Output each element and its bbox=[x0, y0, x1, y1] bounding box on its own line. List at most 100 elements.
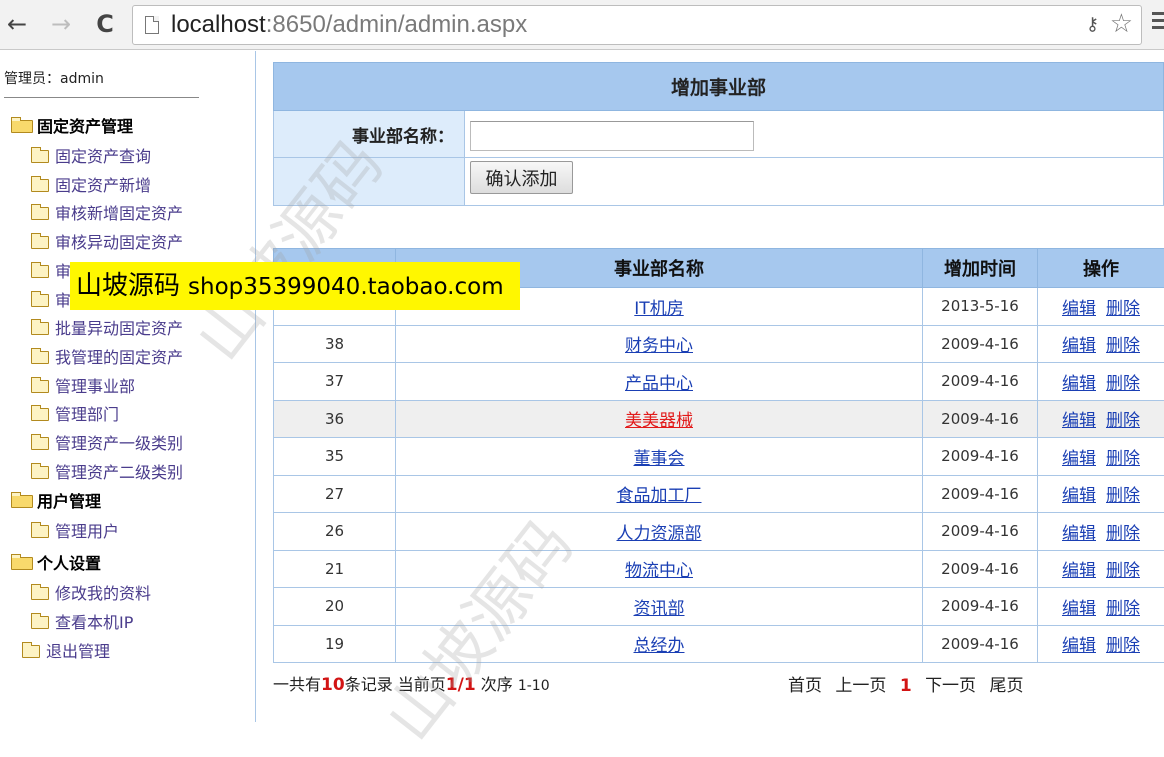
empty-label-cell bbox=[274, 158, 465, 206]
sidebar-item[interactable]: 查看本机IP bbox=[31, 613, 133, 633]
delete-link[interactable]: 删除 bbox=[1106, 449, 1140, 469]
page-icon bbox=[145, 16, 159, 34]
delete-link[interactable]: 删除 bbox=[1106, 561, 1140, 581]
edit-link[interactable]: 编辑 bbox=[1062, 636, 1096, 656]
divider bbox=[273, 205, 1164, 206]
logout-link[interactable]: 退出管理 bbox=[22, 642, 110, 662]
sidebar-item[interactable]: 管理资产一级类别 bbox=[31, 434, 183, 454]
cell-name: 总经办 bbox=[396, 625, 923, 663]
edit-link[interactable]: 编辑 bbox=[1062, 486, 1096, 506]
nav-category-label: 个人设置 bbox=[37, 554, 101, 573]
last-page-link[interactable]: 尾页 bbox=[989, 676, 1023, 696]
sidebar-item[interactable]: 审 bbox=[31, 262, 71, 282]
sidebar-item[interactable]: 管理部门 bbox=[31, 405, 119, 425]
sidebar-item[interactable]: 批量异动固定资产 bbox=[31, 319, 183, 339]
edit-link[interactable]: 编辑 bbox=[1062, 299, 1096, 319]
department-name-link[interactable]: 物流中心 bbox=[625, 561, 693, 581]
sidebar-item[interactable]: 审核新增固定资产 bbox=[31, 204, 183, 224]
delete-link[interactable]: 删除 bbox=[1106, 374, 1140, 394]
department-name-input[interactable] bbox=[470, 121, 754, 151]
delete-link[interactable]: 删除 bbox=[1106, 486, 1140, 506]
folder-icon bbox=[31, 322, 49, 335]
next-page-link[interactable]: 下一页 bbox=[925, 676, 976, 696]
open-folder-icon bbox=[11, 557, 33, 570]
edit-link[interactable]: 编辑 bbox=[1062, 411, 1096, 431]
cell-actions: 编辑删除 bbox=[1038, 288, 1164, 326]
folder-icon bbox=[31, 525, 49, 538]
sidebar-item[interactable]: 固定资产新增 bbox=[31, 176, 151, 196]
department-name-link[interactable]: 董事会 bbox=[634, 449, 685, 469]
department-name-link[interactable]: 美美器械 bbox=[625, 411, 693, 431]
folder-icon bbox=[31, 294, 49, 307]
sidebar-item[interactable]: 管理用户 bbox=[31, 522, 119, 542]
table-row: 20资讯部2009-4-16编辑删除 bbox=[274, 588, 1164, 626]
reload-icon[interactable]: C bbox=[90, 8, 120, 40]
url-path: :8650/admin/admin.aspx bbox=[266, 11, 528, 38]
cell-name: 资讯部 bbox=[396, 588, 923, 626]
nav-category[interactable]: 固定资产管理 bbox=[11, 117, 133, 137]
department-name-link[interactable]: 财务中心 bbox=[625, 336, 693, 356]
add-department-form: 增加事业部 事业部名称： 确认添加 bbox=[273, 62, 1164, 206]
delete-link[interactable]: 删除 bbox=[1106, 299, 1140, 319]
sidebar-item[interactable]: 固定资产查询 bbox=[31, 147, 151, 167]
edit-link[interactable]: 编辑 bbox=[1062, 449, 1096, 469]
department-name-link[interactable]: 总经办 bbox=[634, 636, 685, 656]
range-value: 1-10 bbox=[518, 678, 550, 694]
cell-id: 36 bbox=[274, 400, 396, 438]
submit-cell: 确认添加 bbox=[465, 158, 1164, 206]
nav-category[interactable]: 个人设置 bbox=[11, 554, 101, 574]
table-body: IT机房2013-5-16编辑删除38财务中心2009-4-16编辑删除37产品… bbox=[274, 288, 1164, 663]
edit-link[interactable]: 编辑 bbox=[1062, 374, 1096, 394]
delete-link[interactable]: 删除 bbox=[1106, 411, 1140, 431]
cell-name: 物流中心 bbox=[396, 550, 923, 588]
department-name-link[interactable]: 食品加工厂 bbox=[617, 486, 702, 506]
folder-icon bbox=[31, 207, 49, 220]
cell-name: 美美器械 bbox=[396, 400, 923, 438]
sidebar-item[interactable]: 管理资产二级类别 bbox=[31, 463, 183, 483]
bookmark-star-icon[interactable]: ☆ bbox=[1110, 9, 1133, 39]
department-name-link[interactable]: 人力资源部 bbox=[617, 524, 702, 544]
address-bar[interactable]: localhost:8650/admin/admin.aspx ⚷ ☆ bbox=[132, 5, 1142, 45]
delete-link[interactable]: 删除 bbox=[1106, 599, 1140, 619]
sidebar-item-label: 查看本机IP bbox=[55, 613, 133, 632]
sidebar-item[interactable]: 审核异动固定资产 bbox=[31, 233, 183, 253]
department-name-link[interactable]: 资讯部 bbox=[634, 599, 685, 619]
cell-actions: 编辑删除 bbox=[1038, 325, 1164, 363]
edit-link[interactable]: 编辑 bbox=[1062, 524, 1096, 544]
prev-page-link[interactable]: 上一页 bbox=[835, 676, 886, 696]
delete-link[interactable]: 删除 bbox=[1106, 636, 1140, 656]
cell-date: 2009-4-16 bbox=[923, 475, 1038, 513]
cell-actions: 编辑删除 bbox=[1038, 400, 1164, 438]
sidebar-item-label: 批量异动固定资产 bbox=[55, 319, 183, 338]
sidebar-item[interactable]: 审 bbox=[31, 291, 71, 311]
first-page-link[interactable]: 首页 bbox=[788, 676, 822, 696]
url-text[interactable]: localhost:8650/admin/admin.aspx bbox=[171, 11, 527, 39]
sidebar-item[interactable]: 修改我的资料 bbox=[31, 584, 151, 604]
cell-id: 37 bbox=[274, 363, 396, 401]
nav-category-label: 固定资产管理 bbox=[37, 117, 133, 136]
cell-name: 产品中心 bbox=[396, 363, 923, 401]
nav-category[interactable]: 用户管理 bbox=[11, 492, 101, 512]
delete-link[interactable]: 删除 bbox=[1106, 524, 1140, 544]
key-icon[interactable]: ⚷ bbox=[1086, 14, 1099, 35]
menu-icon[interactable] bbox=[1152, 12, 1164, 34]
department-name-link[interactable]: IT机房 bbox=[634, 299, 683, 319]
cell-id: 35 bbox=[274, 438, 396, 476]
edit-link[interactable]: 编辑 bbox=[1062, 599, 1096, 619]
cell-date: 2009-4-16 bbox=[923, 325, 1038, 363]
forward-arrow-icon[interactable]: → bbox=[46, 8, 76, 40]
table-row: 19总经办2009-4-16编辑删除 bbox=[274, 625, 1164, 663]
sidebar-item-label: 修改我的资料 bbox=[55, 584, 151, 603]
department-name-link[interactable]: 产品中心 bbox=[625, 374, 693, 394]
sidebar-item[interactable]: 管理事业部 bbox=[31, 377, 135, 397]
folder-icon bbox=[31, 265, 49, 278]
sidebar-item-label: 固定资产新增 bbox=[55, 176, 151, 195]
edit-link[interactable]: 编辑 bbox=[1062, 336, 1096, 356]
edit-link[interactable]: 编辑 bbox=[1062, 561, 1096, 581]
sidebar-item[interactable]: 我管理的固定资产 bbox=[31, 348, 183, 368]
cell-name: 食品加工厂 bbox=[396, 475, 923, 513]
back-arrow-icon[interactable]: ← bbox=[2, 8, 32, 40]
delete-link[interactable]: 删除 bbox=[1106, 336, 1140, 356]
confirm-add-button[interactable]: 确认添加 bbox=[470, 161, 573, 194]
cell-actions: 编辑删除 bbox=[1038, 513, 1164, 551]
